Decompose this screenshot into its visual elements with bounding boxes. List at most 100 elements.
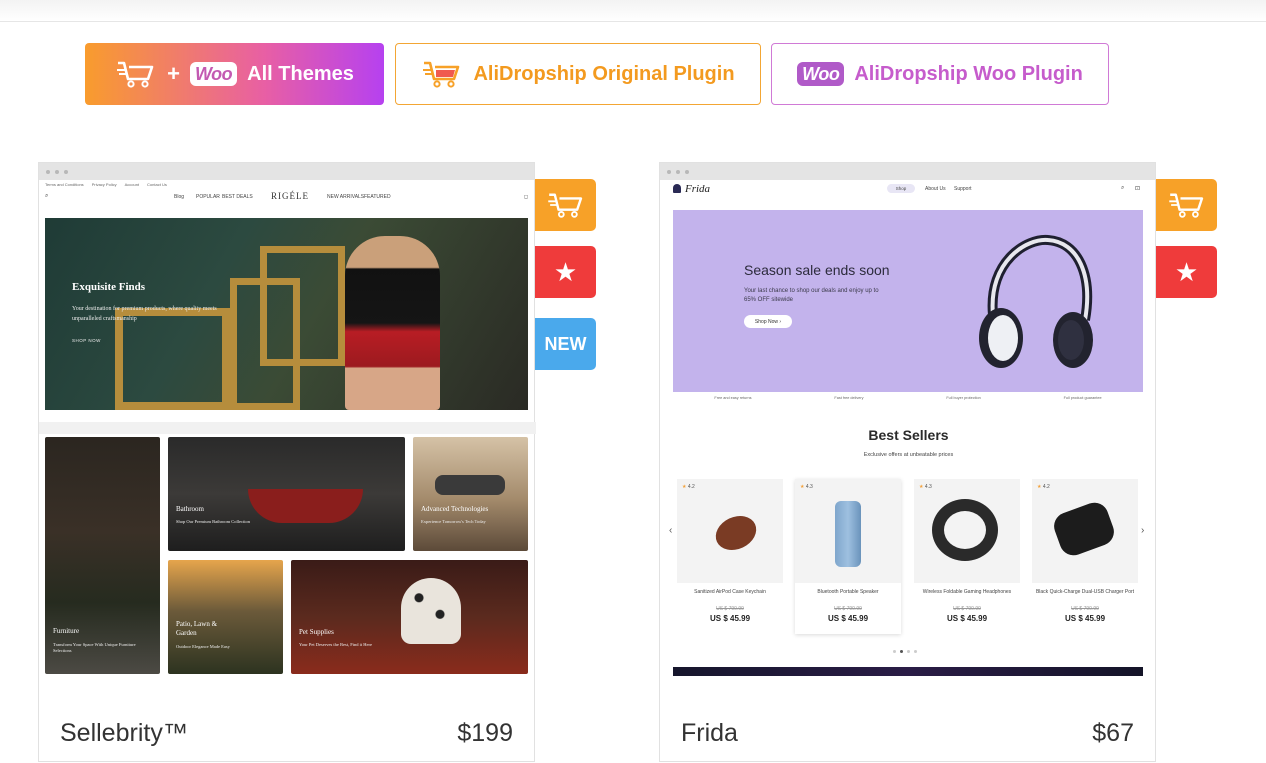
window-dot bbox=[64, 169, 68, 174]
tile-label: Pet Supplies bbox=[299, 628, 334, 636]
preview-hero-cta-label: Shop Now bbox=[754, 318, 778, 325]
preview-bottom-banner bbox=[673, 667, 1143, 676]
product-price: US $ 45.99 bbox=[946, 614, 988, 623]
product-price: US $ 45.99 bbox=[1064, 614, 1106, 623]
star-icon: ★ bbox=[919, 484, 924, 490]
frida-logo-icon bbox=[673, 184, 681, 193]
preview-top-link: Privacy Policy bbox=[91, 182, 117, 187]
preview-logo: Frida bbox=[685, 182, 711, 195]
preview-hero-cta: Shop Now › bbox=[744, 315, 792, 328]
window-dot bbox=[46, 169, 50, 174]
cart-icon bbox=[547, 193, 582, 218]
card-footer: Frida $67 bbox=[660, 703, 1155, 763]
search-icon: ⌕ bbox=[1121, 185, 1125, 191]
filter-all-themes-button[interactable]: + Woo All Themes bbox=[85, 43, 384, 105]
speaker-shape bbox=[835, 501, 861, 567]
tile-description: Experience Tomorrow's Tech Today bbox=[421, 519, 486, 524]
new-badge-label: NEW bbox=[544, 333, 587, 354]
theme-price: $199 bbox=[457, 718, 513, 747]
tile-label: Advanced Technologies bbox=[421, 505, 489, 513]
preview-nav-item: FEATURED bbox=[364, 193, 391, 200]
carousel-dot bbox=[907, 650, 910, 653]
product-rating: ★ 4.2 bbox=[1037, 484, 1050, 490]
carousel-dot bbox=[893, 650, 896, 653]
preview-navbar: Frida Shop About Us Support ⌕ ⊡ bbox=[660, 180, 1155, 197]
cart-icon: ⊡ bbox=[1135, 186, 1141, 192]
rating-value: 4.2 bbox=[687, 484, 695, 490]
tile-label: Bathroom bbox=[176, 505, 204, 513]
product-card: ★ 4.2 Black Quick-Charge Dual-USB Charge… bbox=[1032, 479, 1138, 634]
product-old-price: US $ 790.99 bbox=[953, 606, 981, 612]
woo-icon: Woo bbox=[190, 62, 238, 86]
plus-sign: + bbox=[167, 61, 180, 86]
preview-hero-title: Season sale ends soon bbox=[744, 262, 890, 278]
rating-value: 4.3 bbox=[805, 484, 813, 490]
tile-description: Your Pet Deserves the Best, Find it Here bbox=[299, 642, 373, 647]
preview-nav-item: Blog bbox=[174, 193, 185, 200]
tile-label: Patio, Lawn & Garden bbox=[176, 620, 218, 637]
new-badge: NEW bbox=[535, 318, 596, 370]
preview-top-link: Terms and Conditions bbox=[45, 182, 84, 187]
card-footer: Sellebrity™ $199 bbox=[39, 703, 534, 763]
rating-value: 4.2 bbox=[1042, 484, 1050, 490]
product-rating: ★ 4.3 bbox=[800, 484, 813, 490]
window-dot bbox=[55, 169, 59, 174]
product-card: ★ 4.2 Sanitized AirPod Case Keychain US … bbox=[677, 479, 783, 634]
product-name: Black Quick-Charge Dual-USB Charger Port bbox=[1035, 589, 1135, 595]
product-old-price: US $ 790.99 bbox=[716, 606, 744, 612]
preview-hero-subtitle: Your destination for premium products, w… bbox=[72, 306, 217, 322]
category-tile-pets: Pet Supplies Your Pet Deserves the Best,… bbox=[291, 560, 528, 674]
preview-nav-item: Support bbox=[954, 185, 972, 192]
theme-price: $67 bbox=[1092, 718, 1134, 747]
window-dot bbox=[685, 169, 689, 174]
star-icon: ★ bbox=[1174, 256, 1199, 287]
product-name: Bluetooth Portable Speaker bbox=[817, 589, 879, 595]
headphones-shape bbox=[932, 499, 998, 561]
product-old-price: US $ 790.99 bbox=[1071, 606, 1099, 612]
category-tile-furniture: Furniture Transform Your Space With Uniq… bbox=[45, 437, 160, 674]
frame-decoration bbox=[260, 246, 345, 366]
preview-top-link: Contact Us bbox=[147, 182, 167, 187]
filter-alidropship-woo-button[interactable]: Woo AliDropship Woo Plugin bbox=[771, 43, 1109, 105]
carousel-dot bbox=[900, 650, 903, 653]
category-tile-garden: Patio, Lawn & Garden Outdoor Elegance Ma… bbox=[168, 560, 283, 674]
product-image: ★ 4.3 bbox=[795, 479, 901, 583]
star-icon: ★ bbox=[682, 484, 687, 490]
product-card: ★ 4.3 Wireless Foldable Gaming Headphone… bbox=[914, 479, 1020, 634]
theme-card-frida[interactable]: Frida Shop About Us Support ⌕ ⊡ Season s… bbox=[659, 162, 1156, 762]
preview-section-subtitle: Exclusive offers at unbeatable prices bbox=[863, 452, 954, 458]
cart-icon bbox=[1168, 193, 1203, 218]
carousel-dots bbox=[893, 650, 917, 653]
window-dot bbox=[667, 169, 671, 174]
search-icon: ⌕ bbox=[45, 193, 49, 199]
theme-name: Sellebrity™ bbox=[60, 718, 188, 747]
filter-alidropship-woo-label: AliDropship Woo Plugin bbox=[854, 62, 1083, 85]
preview-hero-title: Exquisite Finds bbox=[72, 281, 146, 293]
chevron-right-icon: › bbox=[778, 318, 782, 325]
preview-hero-banner: Season sale ends soon Your last chance t… bbox=[673, 210, 1143, 392]
preview-navbar: ⌕ Blog POPULAR BEST DEALS RIGÉLE NEW ARR… bbox=[39, 188, 534, 205]
featured-badge: ★ bbox=[535, 246, 596, 298]
preview-nav-item: POPULAR bbox=[196, 193, 220, 200]
product-image: ★ 4.3 bbox=[914, 479, 1020, 583]
filter-alidropship-original-button[interactable]: AliDropship Original Plugin bbox=[395, 43, 761, 105]
model-photo bbox=[345, 236, 440, 410]
cart-icon bbox=[423, 61, 460, 88]
theme-card-sellebrity[interactable]: Terms and Conditions Privacy Policy Acco… bbox=[38, 162, 536, 763]
product-name: Wireless Foldable Gaming Headphones bbox=[922, 589, 1012, 595]
preview-hero-cta: SHOP NOW bbox=[72, 338, 101, 343]
page-top-divider bbox=[0, 0, 1266, 22]
headphones-image bbox=[979, 234, 1093, 368]
browser-chrome bbox=[660, 163, 1155, 180]
product-image: ★ 4.2 bbox=[1032, 479, 1138, 583]
star-icon: ★ bbox=[553, 256, 578, 287]
preview-section-title: Best Sellers bbox=[868, 427, 949, 443]
product-image: ★ 4.2 bbox=[677, 479, 783, 583]
product-old-price: US $ 790.99 bbox=[834, 606, 862, 612]
sink-shape bbox=[248, 489, 363, 523]
preview-hero-subtitle: Your last chance to shop our deals and e… bbox=[744, 288, 879, 303]
star-icon: ★ bbox=[1037, 484, 1042, 490]
rating-value: 4.3 bbox=[924, 484, 932, 490]
football-keychain-shape bbox=[710, 509, 762, 557]
preview-nav-item: BEST DEALS bbox=[222, 193, 253, 200]
